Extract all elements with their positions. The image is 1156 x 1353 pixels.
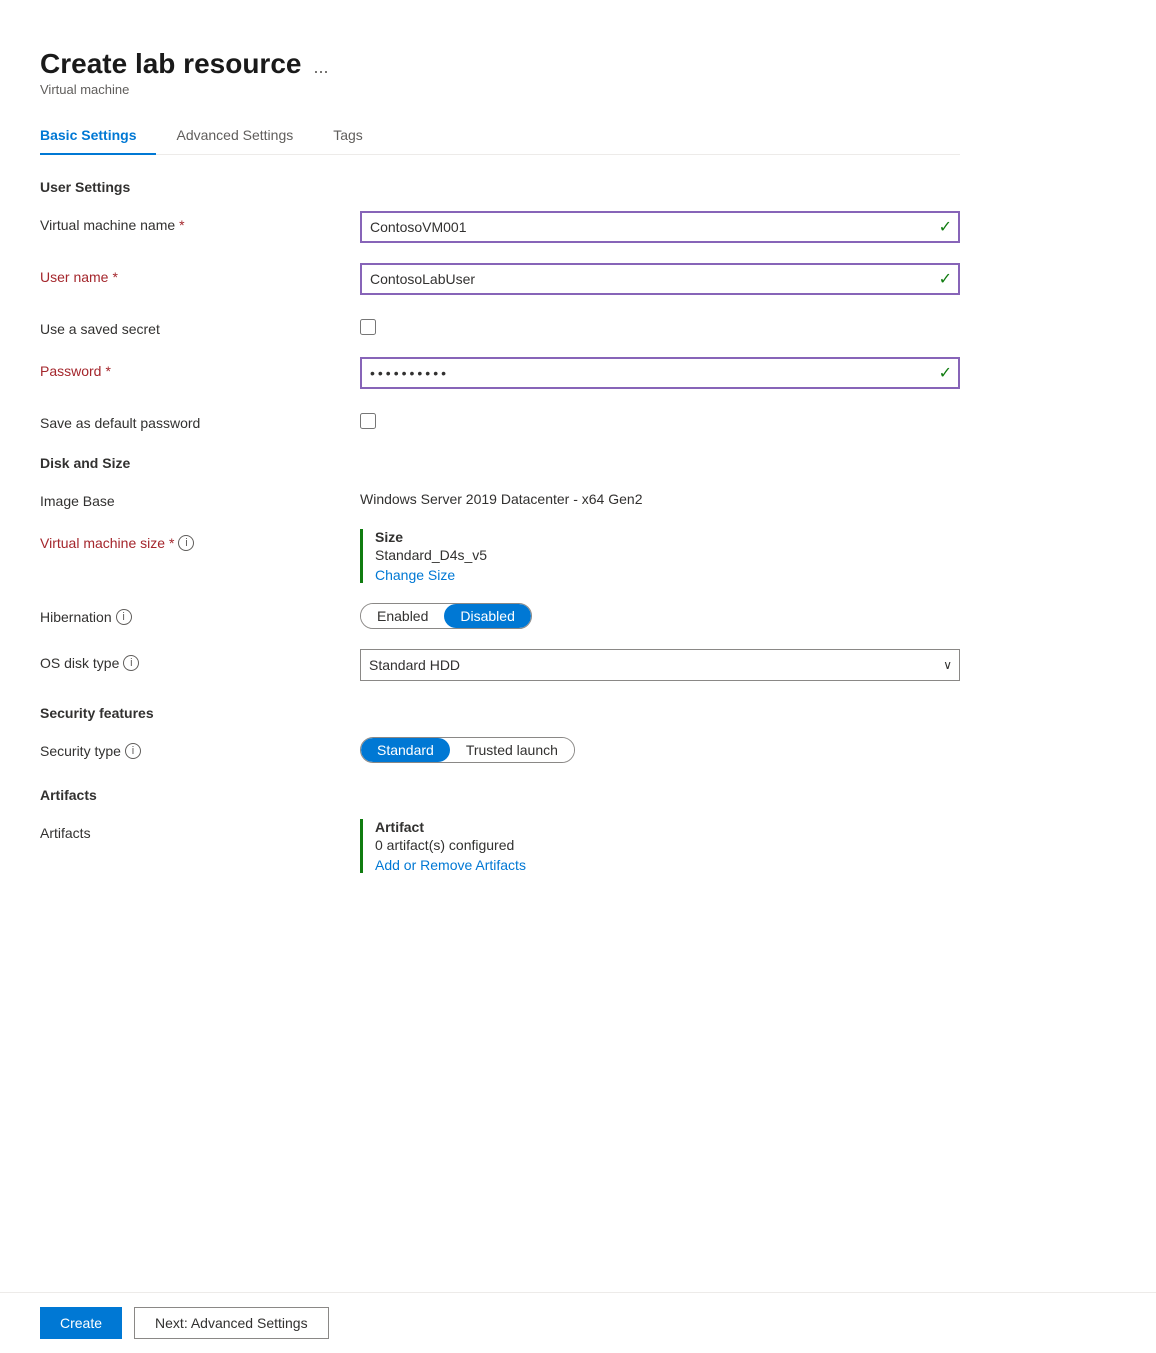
os-disk-select[interactable]: Standard HDD Standard SSD Premium SSD bbox=[360, 649, 960, 681]
security-type-toggle-group: Standard Trusted launch bbox=[360, 737, 575, 763]
tab-basic-settings[interactable]: Basic Settings bbox=[40, 117, 156, 155]
disk-size-heading: Disk and Size bbox=[40, 455, 960, 471]
create-button[interactable]: Create bbox=[40, 1307, 122, 1339]
tab-tags[interactable]: Tags bbox=[313, 117, 383, 155]
page-title: Create lab resource bbox=[40, 48, 301, 80]
password-input-wrapper: ✓ bbox=[360, 357, 960, 389]
size-heading: Size bbox=[375, 529, 960, 545]
password-input[interactable] bbox=[360, 357, 960, 389]
vm-size-required: * bbox=[169, 535, 174, 551]
user-name-input[interactable] bbox=[360, 263, 960, 295]
saved-secret-checkbox[interactable] bbox=[360, 319, 376, 335]
user-name-label: User name * bbox=[40, 263, 360, 285]
add-remove-artifacts-link[interactable]: Add or Remove Artifacts bbox=[375, 857, 526, 873]
image-base-label: Image Base bbox=[40, 487, 360, 509]
security-type-label: Security type i bbox=[40, 737, 360, 759]
user-name-required: * bbox=[112, 269, 117, 285]
save-default-checkbox[interactable] bbox=[360, 413, 376, 429]
security-trusted-btn[interactable]: Trusted launch bbox=[450, 738, 574, 762]
artifacts-section-heading: Artifacts bbox=[40, 787, 960, 803]
artifact-block: Artifact 0 artifact(s) configured Add or… bbox=[360, 819, 960, 873]
saved-secret-checkbox-wrapper bbox=[360, 319, 960, 335]
vm-name-required: * bbox=[179, 217, 184, 233]
security-type-info-icon[interactable]: i bbox=[125, 743, 141, 759]
vm-name-input-wrapper: ✓ bbox=[360, 211, 960, 243]
hibernation-disabled-btn[interactable]: Disabled bbox=[444, 604, 530, 628]
size-value: Standard_D4s_v5 bbox=[375, 547, 960, 563]
ellipsis-menu[interactable]: ... bbox=[313, 57, 328, 78]
security-heading: Security features bbox=[40, 705, 960, 721]
user-settings-heading: User Settings bbox=[40, 179, 960, 195]
vm-name-label: Virtual machine name * bbox=[40, 211, 360, 233]
next-advanced-button[interactable]: Next: Advanced Settings bbox=[134, 1307, 329, 1339]
vm-name-input[interactable] bbox=[360, 211, 960, 243]
user-name-check-icon: ✓ bbox=[939, 269, 952, 289]
save-default-checkbox-wrapper bbox=[360, 413, 960, 429]
os-disk-info-icon[interactable]: i bbox=[123, 655, 139, 671]
password-required: * bbox=[105, 363, 110, 379]
page-subtitle: Virtual machine bbox=[40, 82, 960, 97]
artifacts-label: Artifacts bbox=[40, 819, 360, 841]
password-label: Password * bbox=[40, 357, 360, 379]
size-block: Size Standard_D4s_v5 Change Size bbox=[360, 529, 960, 583]
save-default-label: Save as default password bbox=[40, 409, 360, 431]
footer-bar: Create Next: Advanced Settings bbox=[0, 1292, 1156, 1353]
vm-size-label: Virtual machine size * i bbox=[40, 529, 360, 551]
hibernation-info-icon[interactable]: i bbox=[116, 609, 132, 625]
artifact-count: 0 artifact(s) configured bbox=[375, 837, 960, 853]
vm-size-info-icon[interactable]: i bbox=[178, 535, 194, 551]
os-disk-select-wrapper: Standard HDD Standard SSD Premium SSD ∨ bbox=[360, 649, 960, 681]
security-standard-btn[interactable]: Standard bbox=[361, 738, 450, 762]
image-base-value: Windows Server 2019 Datacenter - x64 Gen… bbox=[360, 487, 960, 507]
hibernation-enabled-btn[interactable]: Enabled bbox=[361, 604, 444, 628]
vm-name-check-icon: ✓ bbox=[939, 217, 952, 237]
artifact-heading: Artifact bbox=[375, 819, 960, 835]
password-check-icon: ✓ bbox=[939, 363, 952, 383]
user-name-input-wrapper: ✓ bbox=[360, 263, 960, 295]
tab-advanced-settings[interactable]: Advanced Settings bbox=[156, 117, 313, 155]
os-disk-label: OS disk type i bbox=[40, 649, 360, 671]
hibernation-toggle-group: Enabled Disabled bbox=[360, 603, 532, 629]
tabs-container: Basic Settings Advanced Settings Tags bbox=[40, 117, 960, 155]
hibernation-label: Hibernation i bbox=[40, 603, 360, 625]
saved-secret-label: Use a saved secret bbox=[40, 315, 360, 337]
change-size-link[interactable]: Change Size bbox=[375, 567, 455, 583]
